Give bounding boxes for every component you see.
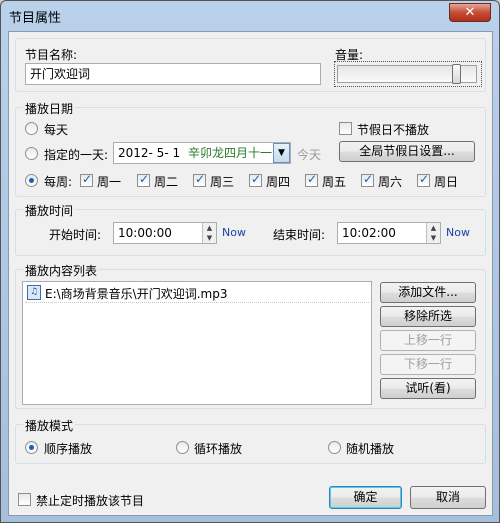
weekly-radio[interactable] (25, 174, 38, 187)
end-time-spinner[interactable]: ▲ ▼ (426, 223, 440, 243)
weekday-checkbox-tue[interactable] (137, 172, 150, 187)
spin-down-icon[interactable]: ▼ (203, 233, 216, 243)
specific-day-label: 指定的一天: (44, 148, 109, 162)
sequential-label: 顺序播放 (44, 442, 93, 456)
date-picker[interactable]: 2012- 5- 1 辛卯龙四月十一 (113, 142, 291, 164)
play-mode-group-label: 播放模式 (23, 417, 76, 434)
content-file-list[interactable]: ♫ E:\商场背景音乐\开门欢迎词.mp3 (22, 281, 372, 405)
weekday-label-mon: 周一 (97, 175, 122, 189)
random-radio[interactable] (328, 441, 341, 454)
start-now-link[interactable]: Now (222, 226, 246, 239)
window-title: 节目属性 (9, 11, 62, 26)
spin-up-icon[interactable]: ▲ (427, 223, 440, 233)
weekday-checkbox-wed[interactable] (193, 172, 206, 187)
weekday-checkbox-sun[interactable] (417, 172, 430, 187)
preview-button[interactable]: 试听(看) (380, 378, 476, 399)
disable-schedule-checkbox[interactable] (18, 493, 31, 506)
end-time-input[interactable]: 10:02:00 ▲ ▼ (337, 222, 441, 244)
program-name-input[interactable]: 开门欢迎词 (25, 63, 321, 85)
global-holiday-settings-button[interactable]: 全局节假日设置... (339, 141, 475, 162)
end-time-label: 结束时间: (273, 228, 326, 242)
loop-label: 循环播放 (194, 442, 243, 456)
spin-up-icon[interactable]: ▲ (203, 223, 216, 233)
weekday-label-tue: 周二 (154, 175, 179, 189)
sequential-radio[interactable] (25, 441, 38, 454)
daily-label: 每天 (44, 123, 69, 137)
end-now-link[interactable]: Now (446, 226, 470, 239)
dialog-body: 节目名称: 开门欢迎词 音量: 播放日期 每天 节假日不播放 指定的一天: 20… (8, 31, 493, 516)
start-time-label: 开始时间: (49, 228, 102, 242)
play-date-group-label: 播放日期 (23, 100, 76, 117)
remove-selected-button[interactable]: 移除所选 (380, 306, 476, 327)
spin-down-icon[interactable]: ▼ (427, 233, 440, 243)
list-item[interactable]: ♫ E:\商场背景音乐\开门欢迎词.mp3 (25, 283, 369, 303)
play-time-group-label: 播放时间 (23, 202, 76, 219)
title-bar[interactable]: 节目属性 ✕ (1, 1, 499, 31)
weekday-label-wed: 周三 (210, 175, 235, 189)
weekday-label-sun: 周日 (434, 175, 459, 189)
volume-slider-thumb[interactable] (452, 64, 461, 84)
lunar-date: 辛卯龙四月十一 (187, 146, 272, 160)
program-name-label: 节目名称: (25, 48, 78, 62)
today-link[interactable]: 今天 (297, 146, 321, 163)
close-button[interactable]: ✕ (449, 3, 491, 22)
dialog-window: 节目属性 ✕ 节目名称: 开门欢迎词 音量: 播放日期 每天 节假日不播放 指定… (0, 0, 500, 523)
weekday-label-thu: 周四 (266, 175, 291, 189)
content-list-group-label: 播放内容列表 (23, 262, 100, 279)
weekly-label: 每周: (44, 175, 73, 189)
disable-schedule-label: 禁止定时播放该节目 (36, 494, 145, 508)
date-value: 2012- 5- 1 (118, 146, 181, 160)
daily-radio[interactable] (25, 122, 38, 135)
ok-button[interactable]: 确定 (329, 486, 402, 509)
audio-file-icon: ♫ (27, 285, 41, 300)
weekday-checkbox-fri[interactable] (305, 172, 318, 187)
add-file-button[interactable]: 添加文件... (380, 282, 476, 303)
weekday-label-fri: 周五 (322, 175, 347, 189)
loop-radio[interactable] (176, 441, 189, 454)
random-label: 随机播放 (346, 442, 395, 456)
move-down-button[interactable]: 下移一行 (380, 354, 476, 375)
start-time-spinner[interactable]: ▲ ▼ (202, 223, 216, 243)
date-dropdown-chevron-down-icon[interactable]: ▼ (273, 143, 290, 163)
cancel-button[interactable]: 取消 (410, 486, 486, 509)
weekday-checkbox-thu[interactable] (249, 172, 262, 187)
file-path: E:\商场背景音乐\开门欢迎词.mp3 (45, 287, 228, 301)
volume-slider[interactable] (334, 61, 482, 87)
weekday-checkbox-mon[interactable] (80, 172, 93, 187)
weekday-label-sat: 周六 (378, 175, 403, 189)
holiday-no-play-checkbox[interactable] (339, 122, 352, 135)
start-time-input[interactable]: 10:00:00 ▲ ▼ (113, 222, 217, 244)
specific-day-radio[interactable] (25, 147, 38, 160)
move-up-button[interactable]: 上移一行 (380, 330, 476, 351)
holiday-no-play-label: 节假日不播放 (357, 123, 430, 137)
weekday-checkbox-sat[interactable] (361, 172, 374, 187)
end-time-value: 10:02:00 (342, 226, 396, 240)
start-time-value: 10:00:00 (118, 226, 172, 240)
